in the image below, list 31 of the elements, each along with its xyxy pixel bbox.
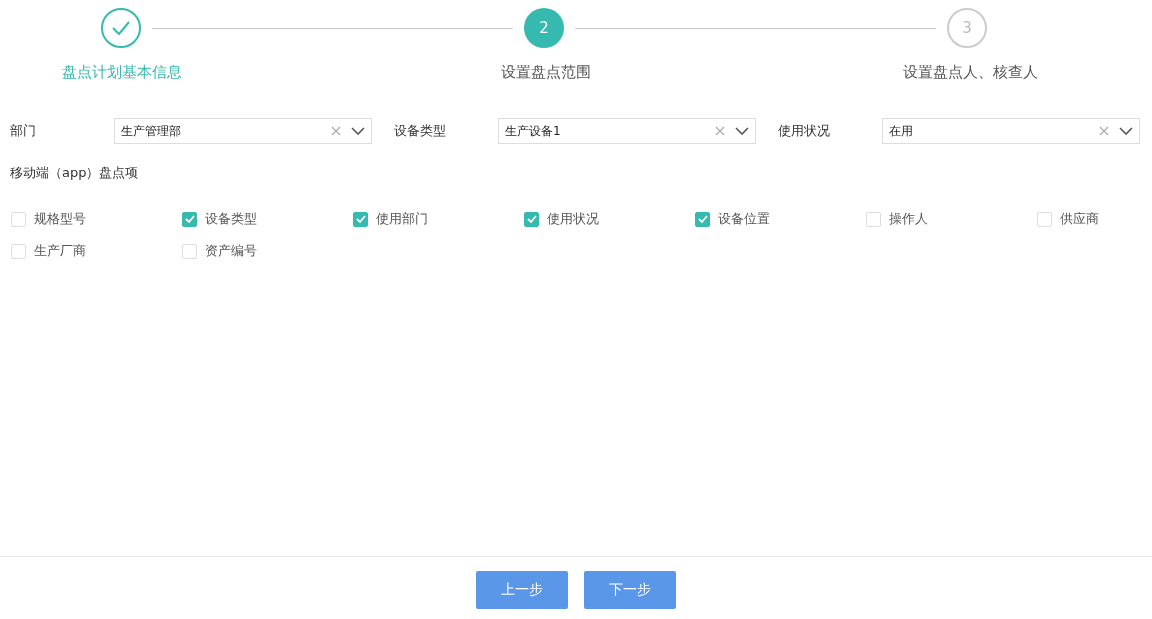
- checkbox-label: 使用部门: [376, 210, 428, 228]
- chevron-down-icon[interactable]: [735, 127, 749, 135]
- field-label: 设备类型: [394, 122, 447, 140]
- clear-icon[interactable]: [1099, 126, 1109, 136]
- checkbox-label: 供应商: [1060, 210, 1099, 228]
- section-title: 移动端（app）盘点项: [9, 164, 140, 182]
- step-label: 设置盘点人、核查人: [902, 63, 1038, 81]
- checkbox[interactable]: [182, 211, 197, 227]
- checkbox-label: 操作人: [889, 210, 928, 228]
- field-label: 部门: [10, 122, 37, 140]
- checkbox-label: 生产厂商: [34, 242, 86, 260]
- chevron-down-icon[interactable]: [1119, 127, 1133, 135]
- checkbox[interactable]: [353, 211, 368, 227]
- clear-icon[interactable]: [715, 126, 725, 136]
- clear-icon[interactable]: [331, 126, 341, 136]
- select-field[interactable]: 生产设备1: [498, 118, 756, 144]
- step-label: 设置盘点范围: [501, 63, 591, 81]
- checkbox-label: 规格型号: [34, 210, 86, 228]
- select-field[interactable]: 在用: [882, 118, 1140, 144]
- checkbox[interactable]: [695, 211, 710, 227]
- select-field[interactable]: 生产管理部: [114, 118, 372, 144]
- checkbox-label: 使用状况: [547, 210, 599, 228]
- step-number: 3: [962, 19, 972, 37]
- checkbox[interactable]: [524, 211, 539, 227]
- step-label: 盘点计划基本信息: [62, 63, 182, 81]
- checkbox-label: 设备类型: [205, 210, 257, 228]
- chevron-down-icon[interactable]: [351, 127, 365, 135]
- checkbox-label: 资产编号: [205, 242, 257, 260]
- field-label: 使用状况: [778, 122, 831, 140]
- step-number: 2: [539, 19, 549, 37]
- checkbox-label: 设备位置: [718, 210, 770, 228]
